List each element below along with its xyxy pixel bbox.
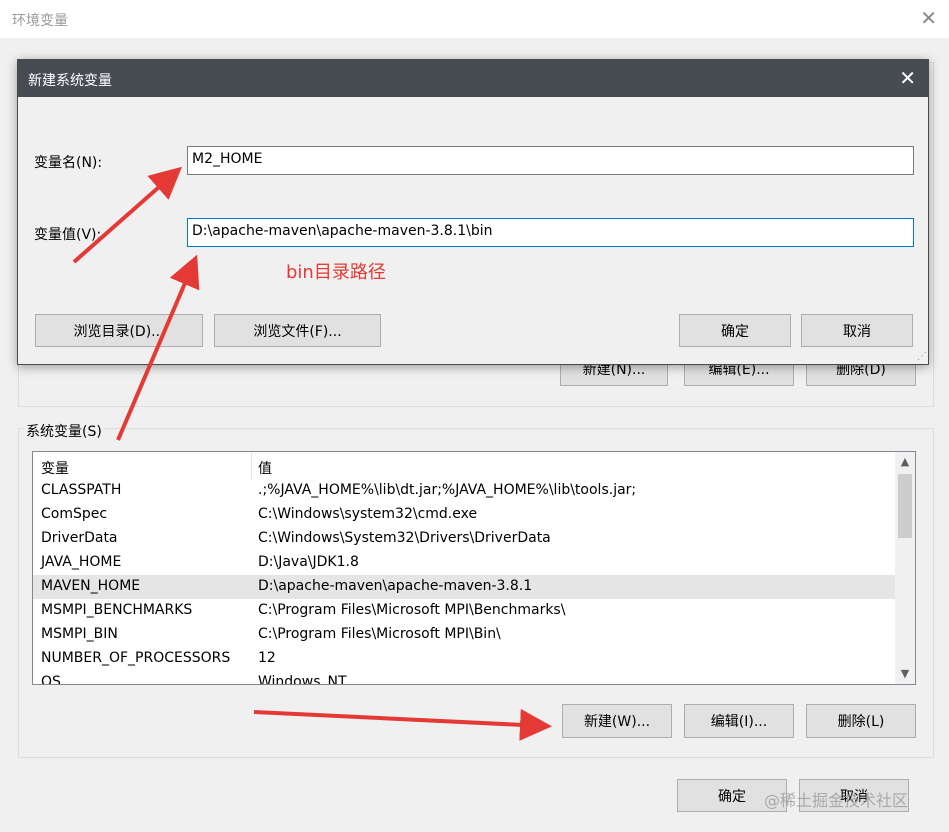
row-variable: NUMBER_OF_PROCESSORS <box>41 650 231 666</box>
annotation-bin-path: bin目录路径 <box>286 262 386 283</box>
scroll-down-icon[interactable]: ▼ <box>895 664 915 684</box>
variable-value-field[interactable]: D:\apache-maven\apache-maven-3.8.1\bin <box>187 218 914 247</box>
scroll-up-icon[interactable]: ▲ <box>895 452 915 472</box>
table-row[interactable]: OS Windows_NT <box>33 671 895 685</box>
row-variable: MSMPI_BIN <box>41 626 118 642</box>
variable-name-field[interactable]: M2_HOME <box>187 146 914 175</box>
row-variable: ComSpec <box>41 506 108 522</box>
row-value: Windows_NT <box>258 674 347 685</box>
row-variable: JAVA_HOME <box>41 554 122 570</box>
row-variable: MSMPI_BENCHMARKS <box>41 602 193 618</box>
system-variables-list[interactable]: 变量 值 CLASSPATH .;%JAVA_HOME%\lib\dt.jar;%… <box>32 451 916 685</box>
row-variable: OS <box>41 674 61 685</box>
system-delete-button[interactable]: 删除(L) <box>806 704 916 738</box>
row-variable: DriverData <box>41 530 118 546</box>
dialog-titlebar[interactable]: 新建系统变量 ✕ <box>18 60 928 97</box>
watermark: @稀土掘金技术社区 <box>764 791 909 810</box>
table-row[interactable]: CLASSPATH .;%JAVA_HOME%\lib\dt.jar;%JAVA_… <box>33 479 895 503</box>
dialog-ok-button[interactable]: 确定 <box>679 314 791 347</box>
column-header-value[interactable]: 值 <box>258 458 272 478</box>
row-variable: MAVEN_HOME <box>41 578 141 594</box>
system-new-button[interactable]: 新建(W)... <box>562 704 672 738</box>
variable-value-label: 变量值(V): <box>34 227 102 243</box>
dialog-title: 新建系统变量 <box>28 73 112 89</box>
table-row[interactable]: DriverData C:\Windows\System32\Drivers\Dr… <box>33 527 895 551</box>
outer-close-icon[interactable]: ✕ <box>920 6 937 30</box>
dialog-cancel-button[interactable]: 取消 <box>801 314 913 347</box>
row-value: 12 <box>258 650 276 666</box>
row-value: .;%JAVA_HOME%\lib\dt.jar;%JAVA_HOME%\lib… <box>258 482 637 498</box>
list-scrollbar[interactable]: ▲ ▼ <box>895 452 915 684</box>
outer-window-title: 环境变量 <box>12 13 68 29</box>
table-row[interactable]: MSMPI_BENCHMARKS C:\Program Files\Microso… <box>33 599 895 623</box>
browse-directory-button[interactable]: 浏览目录(D)... <box>35 314 203 347</box>
row-value: C:\Program Files\Microsoft MPI\Bin\ <box>258 626 501 642</box>
table-row[interactable]: NUMBER_OF_PROCESSORS 12 <box>33 647 895 671</box>
scroll-thumb[interactable] <box>898 474 912 538</box>
row-value: D:\Java\JDK1.8 <box>258 554 359 570</box>
outer-titlebar: 环境变量 ✕ <box>0 0 949 38</box>
list-header: 变量 值 <box>33 452 895 480</box>
table-row-selected[interactable]: MAVEN_HOME D:\apache-maven\apache-maven-3… <box>33 575 895 599</box>
row-value: C:\Program Files\Microsoft MPI\Benchmark… <box>258 602 566 618</box>
resize-grip-icon[interactable]: ⋰ <box>917 351 927 362</box>
column-divider[interactable] <box>251 452 252 480</box>
row-variable: CLASSPATH <box>41 482 122 498</box>
table-row[interactable]: ComSpec C:\Windows\system32\cmd.exe <box>33 503 895 527</box>
table-row[interactable]: JAVA_HOME D:\Java\JDK1.8 <box>33 551 895 575</box>
column-header-variable[interactable]: 变量 <box>41 458 69 478</box>
row-value: C:\Windows\System32\Drivers\DriverData <box>258 530 551 546</box>
table-row[interactable]: MSMPI_BIN C:\Program Files\Microsoft MPI\… <box>33 623 895 647</box>
row-value: C:\Windows\system32\cmd.exe <box>258 506 478 522</box>
system-edit-button[interactable]: 编辑(I)... <box>684 704 794 738</box>
browse-file-button[interactable]: 浏览文件(F)... <box>214 314 381 347</box>
new-system-variable-dialog: 新建系统变量 ✕ 变量名(N): M2_HOME 变量值(V): D:\apac… <box>17 59 929 365</box>
dialog-close-icon[interactable]: ✕ <box>899 66 916 90</box>
variable-name-label: 变量名(N): <box>34 155 103 171</box>
system-variables-label: 系统变量(S) <box>24 421 104 441</box>
row-value: D:\apache-maven\apache-maven-3.8.1 <box>258 578 533 594</box>
